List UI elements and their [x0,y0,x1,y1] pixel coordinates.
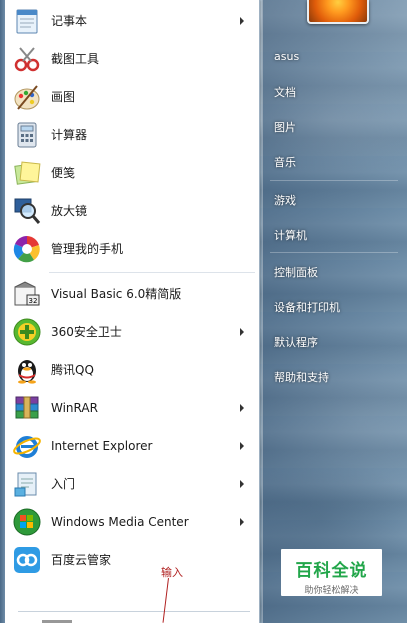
user-picture[interactable] [307,0,369,24]
program-item-360-safe[interactable]: 360安全卫士 [5,313,259,351]
watermark-title: 百科全说 [295,561,368,581]
program-label: 360安全卫士 [51,325,122,339]
program-item-calculator[interactable]: 计算器 [5,116,259,154]
winrar-icon [11,392,43,424]
right-item-devices-printers[interactable]: 设备和打印机 [274,299,340,315]
program-item-winrar[interactable]: WinRAR [5,389,259,427]
program-label: 管理我的手机 [51,242,124,256]
program-label: 放大镜 [51,204,88,218]
program-item-internet-explorer[interactable]: Internet Explorer [5,427,259,465]
program-label: Windows Media Center [51,515,189,529]
program-label: 记事本 [51,14,88,28]
phone-manager-icon [11,233,43,265]
360-safe-icon [11,316,43,348]
program-item-visual-basic[interactable]: 32 Visual Basic 6.0精简版 [5,275,259,313]
internet-explorer-icon [11,430,43,462]
right-separator [270,252,398,253]
windows-media-center-icon [11,506,43,538]
magnifier-icon [11,195,43,227]
submenu-arrow-icon[interactable] [240,404,244,412]
qq-penguin-icon [11,354,43,386]
program-item-paint[interactable]: 画图 [5,78,259,116]
program-label: 百度云管家 [51,553,112,567]
getting-started-icon [11,468,43,500]
all-programs-partial[interactable] [40,615,80,623]
program-item-snipping-tool[interactable]: 截图工具 [5,40,259,78]
program-item-sticky-notes[interactable]: 便笺 [5,154,259,192]
program-label: 腾讯QQ [51,363,94,377]
svg-text:32: 32 [29,297,38,305]
right-item-help-support[interactable]: 帮助和支持 [274,369,329,385]
program-item-baidu-cloud[interactable]: 百度云管家 [5,541,259,579]
program-label: 截图工具 [51,52,100,66]
submenu-arrow-icon[interactable] [240,480,244,488]
start-menu-programs-panel: 记事本 截图工具 画图 计算器 便笺 放大镜 管理我的手机 32 Visual … [0,0,260,623]
program-item-qq[interactable]: 腾讯QQ [5,351,259,389]
program-label: 计算器 [51,128,88,142]
program-item-getting-started[interactable]: 入门 [5,465,259,503]
right-item-games[interactable]: 游戏 [274,192,296,208]
snipping-tool-icon [11,43,43,75]
submenu-arrow-icon[interactable] [240,518,244,526]
submenu-arrow-icon[interactable] [240,17,244,25]
program-item-phone-manager[interactable]: 管理我的手机 [5,230,259,268]
right-item-control-panel[interactable]: 控制面板 [274,264,318,280]
baidu-cloud-icon [11,544,43,576]
program-list-divider [49,272,255,273]
calculator-icon [11,119,43,151]
notepad-icon [11,5,43,37]
program-item-notepad[interactable]: 记事本 [5,2,259,40]
program-label: Visual Basic 6.0精简版 [51,287,182,301]
program-label: 便笺 [51,166,76,180]
program-label: WinRAR [51,401,98,415]
right-separator [270,180,398,181]
right-item-documents[interactable]: 文档 [274,84,296,100]
watermark-subtitle: 助你轻松解决 [304,586,359,596]
program-item-windows-media-center[interactable]: Windows Media Center [5,503,259,541]
right-item-music[interactable]: 音乐 [274,154,296,170]
program-label: 入门 [51,477,76,491]
sticky-notes-icon [11,157,43,189]
submenu-arrow-icon[interactable] [240,442,244,450]
visual-basic-icon: 32 [11,278,43,310]
right-item-pictures[interactable]: 图片 [274,119,296,135]
right-item-default-programs[interactable]: 默认程序 [274,334,318,350]
right-item-computer[interactable]: 计算机 [274,227,307,243]
program-item-magnifier[interactable]: 放大镜 [5,192,259,230]
right-item-asus[interactable]: asus [274,50,299,63]
program-label: Internet Explorer [51,439,153,453]
annotation-label: 输入 [161,566,183,579]
all-programs-separator [18,611,250,612]
program-label: 画图 [51,90,76,104]
submenu-arrow-icon[interactable] [240,328,244,336]
watermark: 百科全说 助你轻松解决 [281,549,382,596]
paint-icon [11,81,43,113]
